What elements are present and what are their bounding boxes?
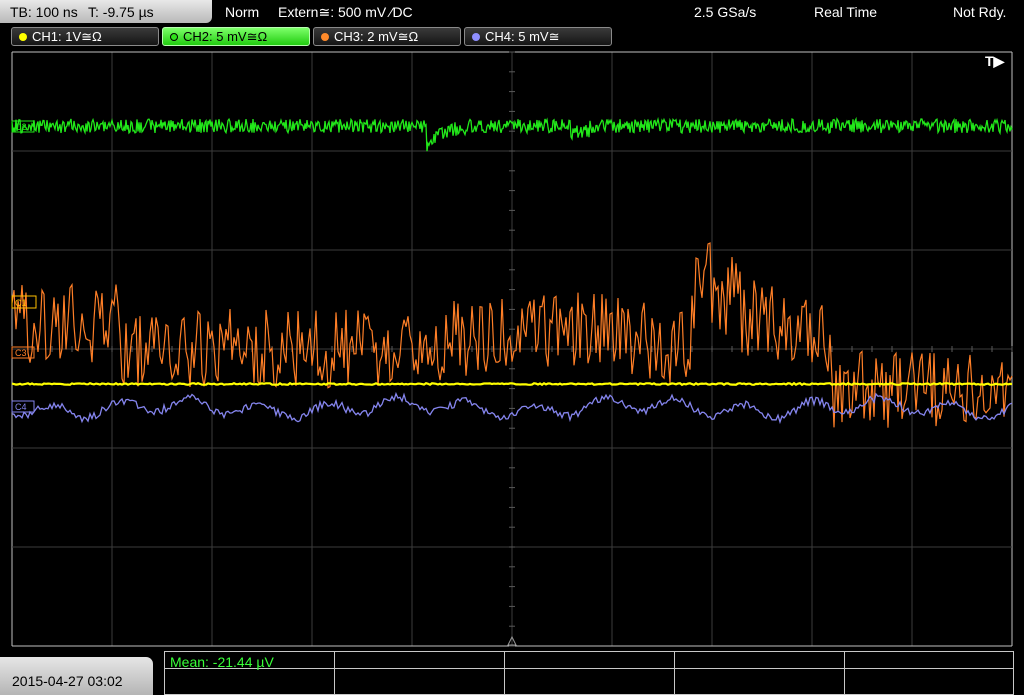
time-mode: Real Time [814, 4, 878, 20]
ch1-marker-label: C1 [15, 298, 27, 308]
status-bar: TB: 100 ns T: -9.75 µs Norm Extern≅: 500… [0, 0, 1024, 24]
channel-bar: CH1: 1V≅Ω CH2: 5 mV≅Ω CH3: 2 mV≅Ω CH4: 5… [0, 26, 1024, 48]
ch1-offset-marker[interactable]: C1 [11, 295, 37, 309]
ch1-dot-icon [19, 33, 27, 41]
measurement-mean: Mean: -21.44 µV [170, 654, 274, 670]
channel-tab-ch2[interactable]: CH2: 5 mV≅Ω [162, 27, 310, 46]
ch4-offset-marker[interactable]: C4 [11, 400, 35, 413]
ready-state: Not Rdy. [953, 4, 1007, 20]
channel-tab-label: CH3: 2 mV≅Ω [334, 29, 419, 44]
date-box: 2015-04-27 03:02 [0, 657, 153, 695]
waveform-canvas[interactable]: C2 C1 C3 C4 T▶ [0, 48, 1024, 650]
channel-tab-ch1[interactable]: CH1: 1V≅Ω [11, 27, 159, 46]
sample-rate: 2.5 GSa/s [694, 4, 757, 20]
ch4-dot-icon [472, 33, 480, 41]
trigger-source[interactable]: Extern≅: 500 mV ⁄DC [278, 4, 413, 21]
trigger-position-icon[interactable]: T▶ [985, 53, 1006, 69]
ch2-dot-icon [170, 33, 178, 41]
measurement-grid [164, 651, 1014, 695]
channel-tab-ch3[interactable]: CH3: 2 mV≅Ω [313, 27, 461, 46]
ch2-marker-label: C2 [15, 122, 27, 132]
channel-tab-label: CH2: 5 mV≅Ω [183, 29, 268, 44]
channel-tab-label: CH4: 5 mV≅ [485, 29, 560, 44]
trigger-time-readout: T: -9.75 µs [88, 4, 154, 20]
timebase-box[interactable]: TB: 100 ns T: -9.75 µs [0, 0, 212, 23]
date-time: 2015-04-27 03:02 [12, 673, 123, 689]
ch3-dot-icon [321, 33, 329, 41]
channel-tab-label: CH1: 1V≅Ω [32, 29, 102, 44]
timebase-readout: TB: 100 ns [10, 4, 78, 20]
acquisition-mode[interactable]: Norm [225, 4, 259, 20]
waveform-display[interactable]: C2 C1 C3 C4 T▶ [0, 48, 1024, 650]
measurement-panel[interactable]: Mean: -21.44 µV [164, 651, 1014, 695]
ch3-marker-label: C3 [15, 348, 27, 358]
channel-tab-ch4[interactable]: CH4: 5 mV≅ [464, 27, 612, 46]
ch4-marker-label: C4 [15, 402, 27, 412]
